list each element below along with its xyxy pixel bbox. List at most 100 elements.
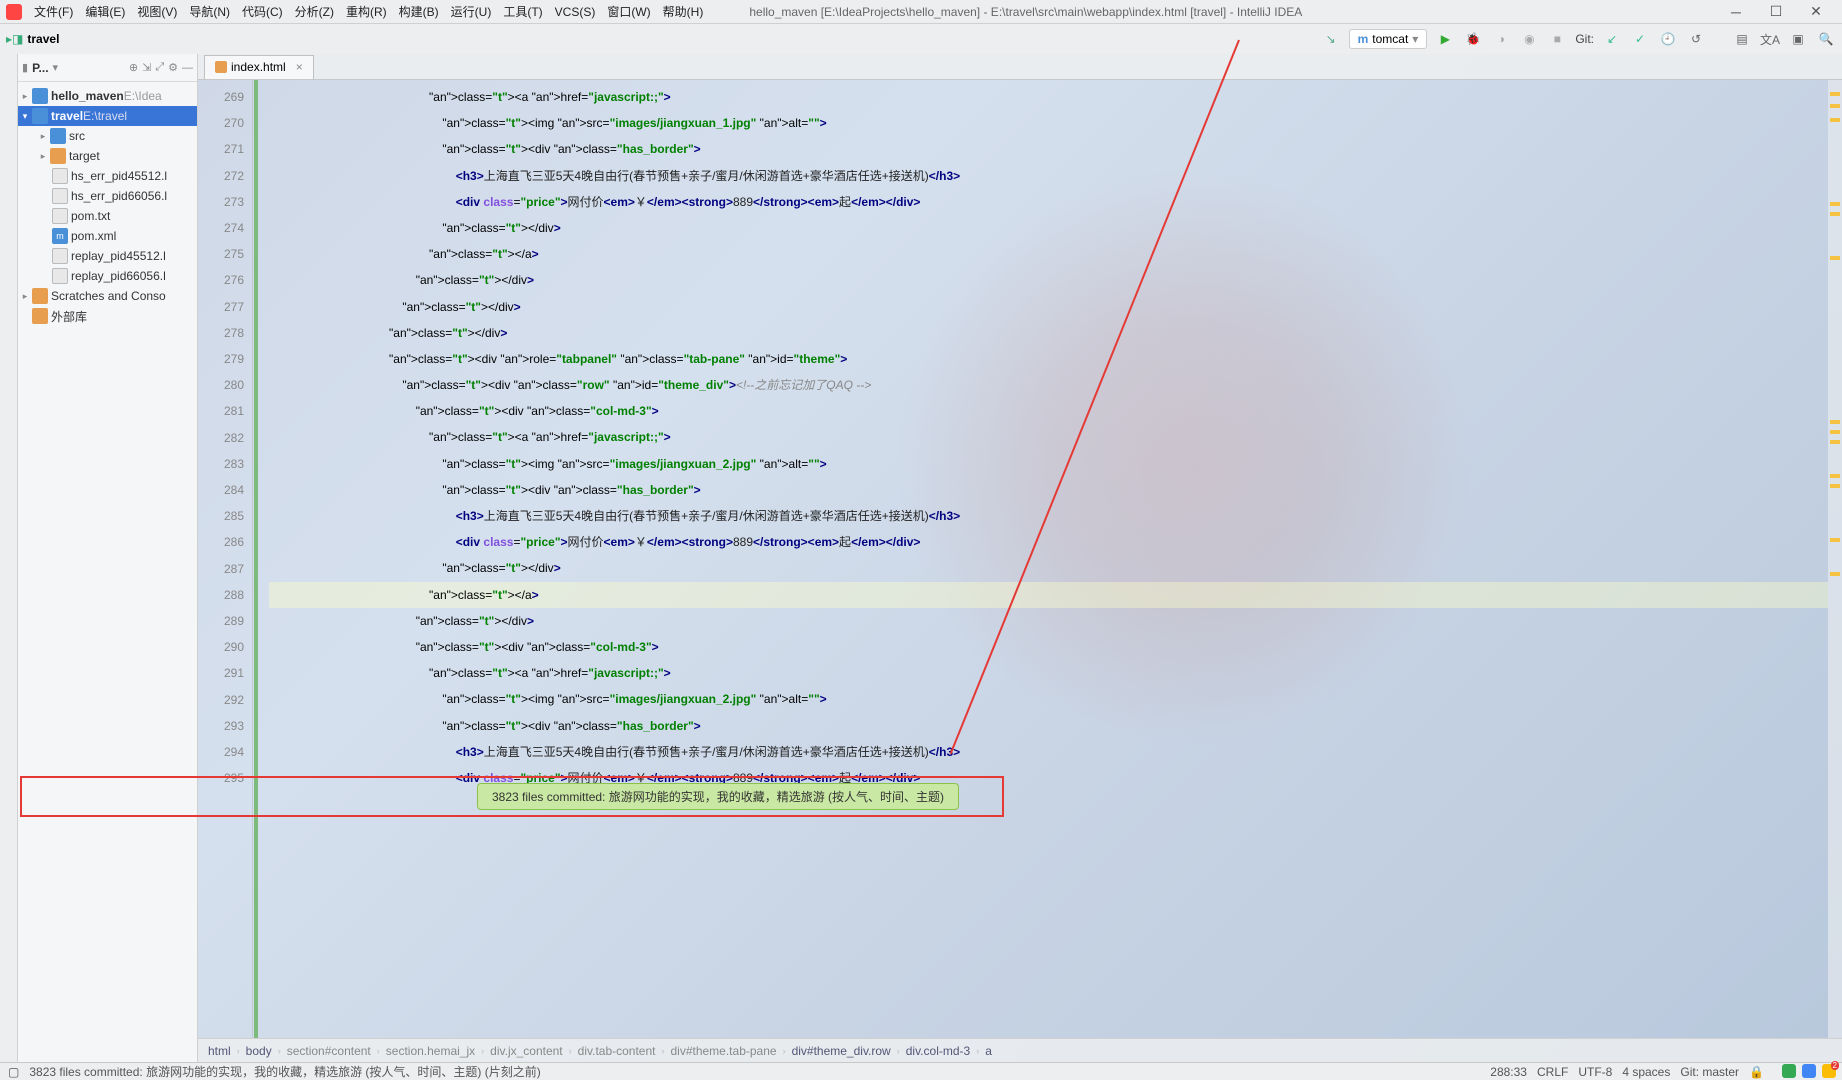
tree-root-travel[interactable]: ▾travel E:\travel	[18, 106, 197, 126]
project-tool-window: ▮ P... ▾ ⊕ ⇲ ⤢ ⚙ — ▸hello_maven E:\Idea …	[18, 54, 198, 1062]
project-panel-title[interactable]: P...	[32, 61, 48, 75]
tray-icon[interactable]	[1782, 1064, 1796, 1078]
breadcrumb-item[interactable]: section.hemai_jx	[386, 1044, 475, 1058]
menu-tools[interactable]: 工具(T)	[497, 3, 548, 20]
project-tree[interactable]: ▸hello_maven E:\Idea ▾travel E:\travel ▸…	[18, 82, 197, 330]
commit-notification-balloon[interactable]: 3823 files committed: 旅游网功能的实现，我的收藏，精选旅游…	[477, 783, 959, 810]
tree-file[interactable]: hs_err_pid45512.l	[18, 166, 197, 186]
git-update-button[interactable]: ↙	[1602, 29, 1622, 49]
system-tray: 2	[1782, 1062, 1836, 1080]
menu-analyze[interactable]: 分析(Z)	[289, 3, 340, 20]
tab-index-html[interactable]: index.html ×	[204, 55, 314, 79]
project-panel-header: ▮ P... ▾ ⊕ ⇲ ⤢ ⚙ —	[18, 54, 197, 82]
status-tool-icon[interactable]: ▢	[8, 1065, 19, 1079]
error-stripe[interactable]	[1828, 80, 1842, 1038]
tree-file[interactable]: replay_pid45512.l	[18, 246, 197, 266]
code-content[interactable]: "an">class="t"><a "an">href="javascript:…	[259, 80, 1828, 1038]
minimize-button[interactable]: ─	[1716, 4, 1756, 20]
close-button[interactable]: ✕	[1796, 3, 1836, 20]
tree-folder-src[interactable]: ▸src	[18, 126, 197, 146]
profile-button[interactable]: ◉	[1519, 29, 1539, 49]
breadcrumb-item[interactable]: div.col-md-3	[906, 1044, 970, 1058]
status-commit-message: 3823 files committed: 旅游网功能的实现，我的收藏，精选旅游…	[29, 1063, 540, 1080]
breadcrumb-item[interactable]: html	[208, 1044, 231, 1058]
status-line-separator[interactable]: CRLF	[1537, 1065, 1568, 1079]
tree-file-pom-xml[interactable]: mpom.xml	[18, 226, 197, 246]
menu-code[interactable]: 代码(C)	[236, 3, 289, 20]
tree-label: pom.txt	[71, 209, 110, 223]
main-toolbar: ▸◨ travel ↘ m tomcat ▾ ▶ 🐞 ◑ ◉ ■ Git: ↙ …	[0, 24, 1842, 54]
menu-help[interactable]: 帮助(H)	[657, 3, 710, 20]
chevron-down-icon[interactable]: ▾	[53, 61, 59, 74]
ide-tool1-icon[interactable]: ▤	[1732, 29, 1752, 49]
breadcrumb-item[interactable]: section#content	[287, 1044, 371, 1058]
tree-file[interactable]: replay_pid66056.l	[18, 266, 197, 286]
tree-folder-target[interactable]: ▸target	[18, 146, 197, 166]
menu-refactor[interactable]: 重构(R)	[340, 3, 393, 20]
tree-label: hello_maven	[51, 89, 124, 103]
git-history-button[interactable]: 🕘	[1658, 29, 1678, 49]
project-icon: ▮	[22, 61, 28, 74]
maven-icon: m	[1358, 32, 1369, 46]
tree-label: 外部库	[51, 308, 87, 325]
expand-all-icon[interactable]: ⇲	[142, 61, 151, 74]
run-button[interactable]: ▶	[1435, 29, 1455, 49]
tree-file[interactable]: pom.txt	[18, 206, 197, 226]
left-tool-strip[interactable]	[0, 54, 18, 1062]
tree-external-libs[interactable]: 外部库	[18, 306, 197, 326]
breadcrumb-item[interactable]: div.jx_content	[490, 1044, 563, 1058]
run-config-label: tomcat	[1372, 32, 1408, 46]
project-root-name[interactable]: travel	[27, 32, 59, 46]
tray-chrome-icon[interactable]	[1802, 1064, 1816, 1078]
status-lock-icon[interactable]: 🔒	[1749, 1065, 1764, 1079]
hide-panel-icon[interactable]: —	[182, 62, 193, 74]
select-opened-file-icon[interactable]: ⊕	[129, 61, 138, 74]
stop-button[interactable]: ■	[1547, 29, 1567, 49]
breadcrumb-item[interactable]: div#theme.tab-pane	[670, 1044, 776, 1058]
tree-file[interactable]: hs_err_pid66056.l	[18, 186, 197, 206]
menu-window[interactable]: 窗口(W)	[601, 3, 656, 20]
status-indent[interactable]: 4 spaces	[1622, 1065, 1670, 1079]
breadcrumb-item[interactable]: a	[985, 1044, 992, 1058]
run-config-dropdown[interactable]: m tomcat ▾	[1349, 29, 1428, 49]
window-title: hello_maven [E:\IdeaProjects\hello_maven…	[749, 5, 1716, 19]
tree-scratches[interactable]: ▸Scratches and Conso	[18, 286, 197, 306]
status-caret-position[interactable]: 288:33	[1490, 1065, 1527, 1079]
menu-file[interactable]: 文件(F)	[28, 3, 79, 20]
debug-button[interactable]: 🐞	[1463, 29, 1483, 49]
html-file-icon	[215, 61, 227, 73]
line-number-gutter[interactable]: 2692702712722732742752762772782792802812…	[198, 80, 253, 1038]
tree-label: replay_pid66056.l	[71, 269, 166, 283]
code-editor[interactable]: 2692702712722732742752762772782792802812…	[198, 80, 1842, 1038]
tree-hint: E:\Idea	[124, 89, 162, 103]
status-encoding[interactable]: UTF-8	[1578, 1065, 1612, 1079]
menu-edit[interactable]: 编辑(E)	[79, 3, 131, 20]
breadcrumb-item[interactable]: div#theme_div.row	[792, 1044, 891, 1058]
git-commit-button[interactable]: ✓	[1630, 29, 1650, 49]
status-git-branch[interactable]: Git: master	[1680, 1065, 1739, 1079]
ide-tool2-icon[interactable]: ▣	[1788, 29, 1808, 49]
git-rollback-button[interactable]: ↺	[1686, 29, 1706, 49]
collapse-all-icon[interactable]: ⤢	[155, 61, 164, 74]
tab-label: index.html	[231, 60, 286, 74]
close-tab-icon[interactable]: ×	[296, 60, 303, 74]
tree-root-hello-maven[interactable]: ▸hello_maven E:\Idea	[18, 86, 197, 106]
breadcrumb-item[interactable]: body	[246, 1044, 272, 1058]
menu-run[interactable]: 运行(U)	[445, 3, 498, 20]
tray-notification-icon[interactable]: 2	[1822, 1064, 1836, 1078]
gear-icon[interactable]: ⚙	[168, 61, 178, 74]
maximize-button[interactable]: ☐	[1756, 3, 1796, 20]
breadcrumb-item[interactable]: div.tab-content	[578, 1044, 656, 1058]
menu-build[interactable]: 构建(B)	[393, 3, 445, 20]
menu-vcs[interactable]: VCS(S)	[549, 5, 602, 19]
translate-icon[interactable]: 文A	[1760, 29, 1780, 49]
coverage-button[interactable]: ◑	[1491, 29, 1511, 49]
menu-view[interactable]: 视图(V)	[131, 3, 183, 20]
tree-label: Scratches and Conso	[51, 289, 166, 303]
search-icon[interactable]: 🔍	[1816, 29, 1836, 49]
build-icon[interactable]: ↘	[1321, 29, 1341, 49]
menu-navigate[interactable]: 导航(N)	[183, 3, 236, 20]
breadcrumb-bar[interactable]: html›body›section#content›section.hemai_…	[198, 1038, 1842, 1062]
git-label: Git:	[1575, 32, 1594, 46]
tree-label: hs_err_pid66056.l	[71, 189, 167, 203]
